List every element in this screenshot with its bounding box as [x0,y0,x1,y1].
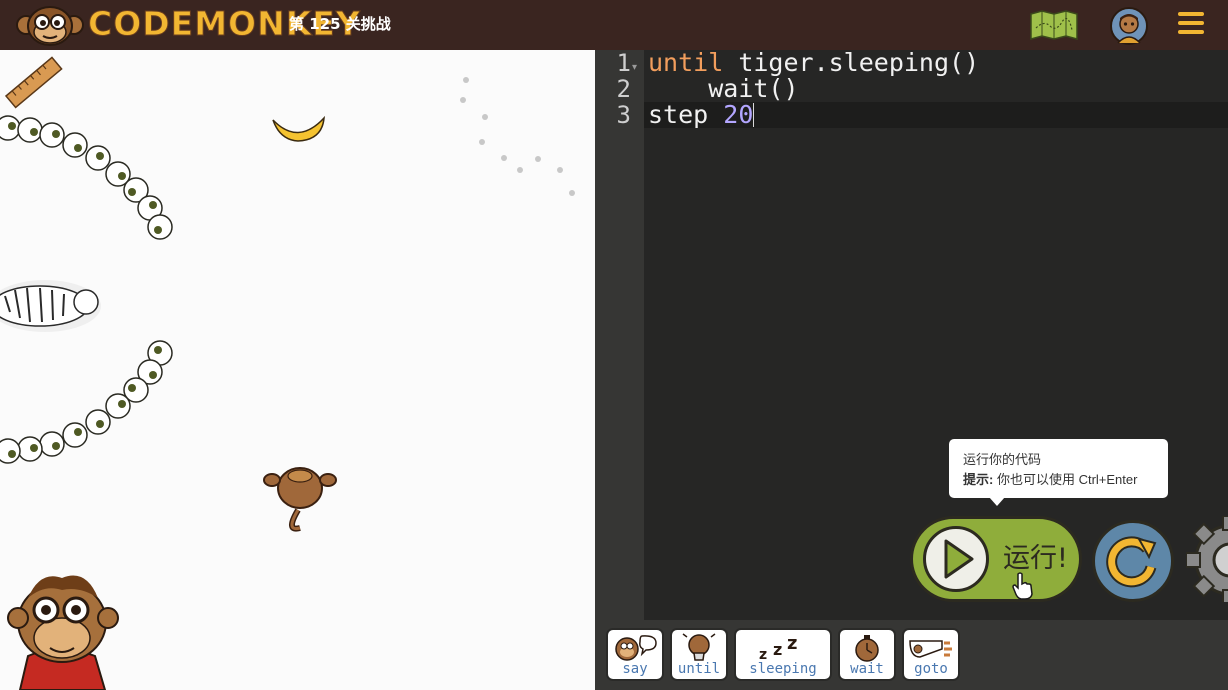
svg-text:z: z [787,633,797,654]
monkey-speech-icon [615,635,657,661]
lightbulb-icon [682,633,716,661]
run-button[interactable]: 运行! [910,516,1082,602]
tooltip-hint-label: 提示: [963,472,994,487]
zzz-icon: z z z [759,633,797,663]
pointer-hand-icon [1012,572,1033,600]
stopwatch-icon [855,635,879,662]
bush-arc-icon [0,115,173,240]
user-avatar-icon[interactable] [1110,7,1148,45]
tooltip-hint-text: 你也可以使用 Ctrl+Enter [993,472,1138,487]
top-header: CODEMONKEY 第 125 关挑战 [0,0,1228,50]
code-keyword: until [648,50,724,77]
gear-icon [1186,516,1228,602]
reset-icon [1106,536,1157,588]
snippet-goto[interactable]: goto [902,628,960,681]
reset-button[interactable] [1092,520,1174,602]
bush-arc-icon [0,340,173,464]
snippet-until[interactable]: until [670,628,728,681]
settings-button[interactable] [1186,516,1228,602]
code-line-2[interactable]: wait() [648,74,799,103]
text-cursor [753,103,755,127]
tooltip-hint: 提示: 你也可以使用 Ctrl+Enter [963,470,1154,490]
game-scene [0,50,595,690]
tiger-icon [0,280,101,332]
code-line-1[interactable]: until tiger.sleeping() [648,50,979,76]
snippet-label: sleeping [749,661,817,677]
snippet-bar: say until z z z sleeping wait goto [595,620,1228,690]
paw-prints-icon [460,77,575,196]
line-gutter: 1 ▾ 2 3 [595,50,644,620]
code-line-3[interactable]: step 20 [648,100,755,129]
monkey-logo-icon [16,6,84,46]
svg-text:z: z [773,640,782,659]
code-text: step [648,100,724,129]
snippet-label: wait [850,661,884,677]
ruler-icon [4,56,63,109]
snippet-say[interactable]: say [606,628,664,681]
line-number: 1 [616,50,631,77]
fold-marker-icon[interactable]: ▾ [632,62,637,73]
snippet-label: goto [914,661,948,677]
mascot-character-icon [7,575,119,690]
snippet-label: until [677,661,721,677]
run-tooltip: 运行你的代码 提示: 你也可以使用 Ctrl+Enter [949,439,1168,506]
snippet-label: say [622,661,648,677]
goto-arrow-icon [909,640,952,658]
line-number: 2 [616,75,631,103]
hamburger-menu-icon[interactable] [1178,12,1204,38]
banana-icon [272,115,325,142]
code-text: wait() [708,74,799,103]
play-icon [923,526,989,592]
code-text: tiger.sleeping() [723,50,980,77]
snippet-sleeping[interactable]: z z z sleeping [734,628,832,681]
monkey-icon [263,467,337,532]
snippet-wait[interactable]: wait [838,628,896,681]
line-number: 3 [616,101,631,129]
level-title: 第 125 关挑战 [289,15,391,33]
code-number: 20 [723,100,754,129]
map-icon[interactable] [1030,10,1078,40]
tooltip-title: 运行你的代码 [963,452,1042,467]
